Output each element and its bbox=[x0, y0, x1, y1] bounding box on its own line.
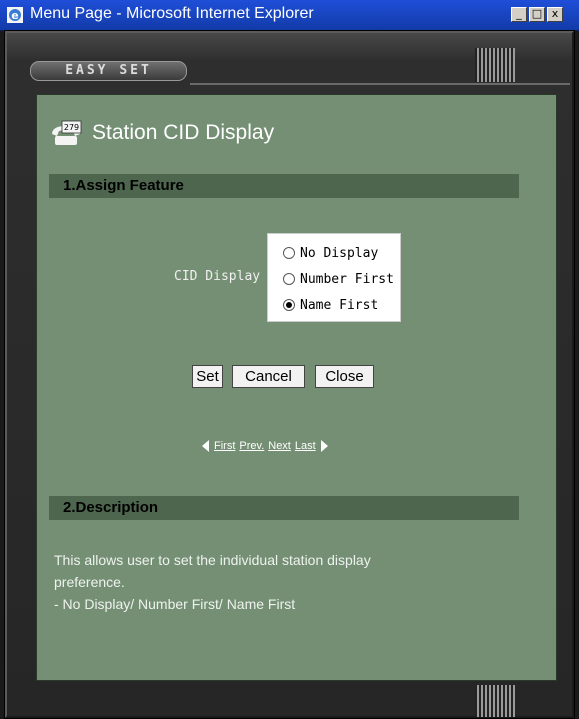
set-button[interactable]: Set bbox=[192, 365, 223, 388]
window-title: Menu Page - Microsoft Internet Explorer bbox=[30, 5, 314, 22]
radio-no-display[interactable]: No Display bbox=[283, 243, 378, 263]
arrow-left-icon[interactable] bbox=[202, 440, 209, 452]
radio-name-first[interactable]: Name First bbox=[283, 295, 378, 315]
radio-button-selected[interactable] bbox=[283, 299, 295, 311]
minimize-button[interactable]: _ bbox=[511, 7, 527, 22]
last-link[interactable]: Last bbox=[295, 440, 316, 452]
radio-number-first[interactable]: Number First bbox=[283, 269, 394, 289]
close-window-button[interactable]: x bbox=[547, 7, 563, 22]
window-title-bar: e Menu Page - Microsoft Internet Explore… bbox=[0, 0, 579, 31]
description-line: This allows user to set the individual s… bbox=[54, 552, 371, 568]
pagination: First Prev. Next Last bbox=[202, 440, 328, 452]
cancel-button[interactable]: Cancel bbox=[232, 365, 305, 388]
section-assign-feature: 1.Assign Feature bbox=[49, 174, 519, 198]
section-title: 1.Assign Feature bbox=[63, 177, 184, 194]
description-line: preference. bbox=[54, 574, 125, 590]
easy-set-logo: EASY SET bbox=[30, 61, 187, 81]
cid-display-label: CID Display bbox=[174, 269, 261, 284]
internet-explorer-icon: e bbox=[7, 7, 23, 23]
svg-text:e: e bbox=[11, 9, 18, 22]
radio-label: Name First bbox=[300, 297, 379, 313]
phone-icon: 279 bbox=[52, 120, 82, 145]
frame-rail bbox=[190, 83, 570, 85]
section-title: 2.Description bbox=[63, 499, 159, 516]
section-description: 2.Description bbox=[49, 496, 519, 520]
prev-link[interactable]: Prev. bbox=[239, 440, 264, 452]
vent-grille-top bbox=[475, 48, 515, 82]
vent-grille-bottom bbox=[475, 685, 515, 717]
radio-label: Number First bbox=[300, 271, 394, 287]
radio-button[interactable] bbox=[283, 273, 295, 285]
page-title: Station CID Display bbox=[92, 121, 275, 144]
content-panel: 279 Station CID Display 1.Assign Feature… bbox=[36, 94, 557, 681]
close-button[interactable]: Close bbox=[315, 365, 374, 388]
next-link[interactable]: Next bbox=[268, 440, 291, 452]
radio-label: No Display bbox=[300, 245, 379, 261]
first-link[interactable]: First bbox=[214, 440, 235, 452]
cid-options-group: No Display Number First Name First bbox=[267, 233, 401, 322]
maximize-button[interactable]: □ bbox=[529, 7, 545, 22]
description-text: This allows user to set the individual s… bbox=[54, 549, 524, 615]
extension-number: 279 bbox=[64, 123, 79, 132]
radio-button[interactable] bbox=[283, 247, 295, 259]
arrow-right-icon[interactable] bbox=[320, 440, 328, 452]
description-line: - No Display/ Number First/ Name First bbox=[54, 596, 296, 612]
